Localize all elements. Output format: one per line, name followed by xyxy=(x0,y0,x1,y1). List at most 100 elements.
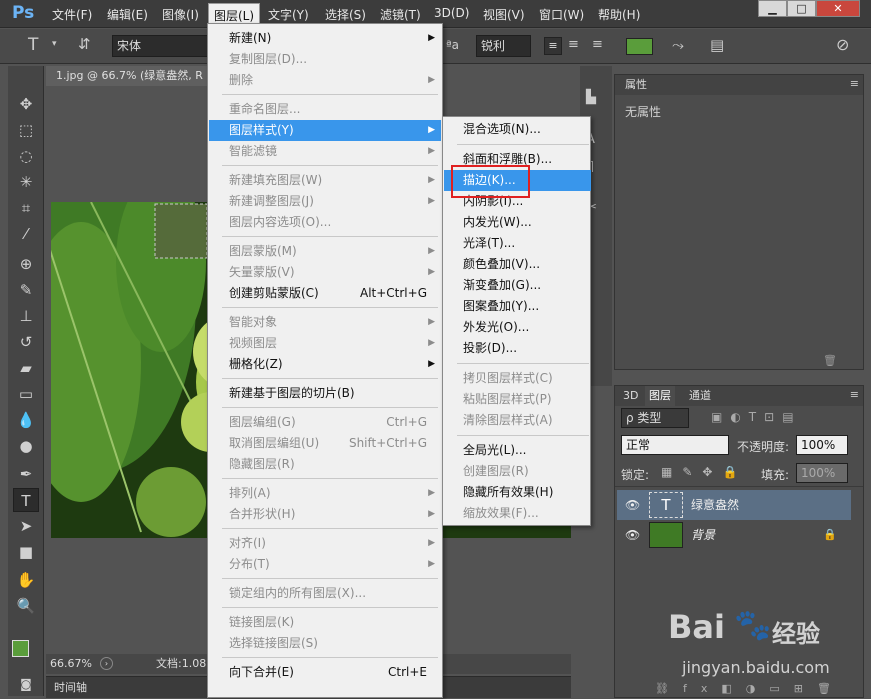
history-brush-tool-icon[interactable]: ↺ xyxy=(13,330,39,354)
eyedropper-tool-icon[interactable]: ⁄ xyxy=(13,222,39,246)
layer-menu-item[interactable]: 取消图层编组(U) Shift+Ctrl+G xyxy=(209,433,441,454)
layer-menu-item[interactable]: 智能滤镜 ▶ xyxy=(209,141,441,162)
layer-row-background[interactable]: 👁 背景 🔒 xyxy=(617,520,851,550)
layer-menu-item[interactable]: 视频图层 ▶ xyxy=(209,333,441,354)
eraser-tool-icon[interactable]: ▰ xyxy=(13,356,39,380)
style-submenu-item[interactable]: 拷贝图层样式(C) xyxy=(444,368,591,389)
layer-menu-item[interactable]: 栅格化(Z) ▶ xyxy=(209,354,441,375)
tab-layers[interactable]: 图层 xyxy=(645,386,675,406)
layer-menu-item[interactable]: 复制图层(D)... xyxy=(209,49,441,70)
layer-menu-item[interactable]: 合并形状(H) ▶ xyxy=(209,504,441,525)
zoom-tool-icon[interactable]: 🔍 xyxy=(13,594,39,618)
blend-mode-select[interactable]: 正常 xyxy=(621,435,729,455)
hand-tool-icon[interactable]: ✋ xyxy=(13,568,39,592)
tab-channels[interactable]: 通道 xyxy=(685,386,715,406)
layer-menu-item[interactable]: 新建调整图层(J) ▶ xyxy=(209,191,441,212)
menu-type[interactable]: 文字(Y) xyxy=(268,6,309,23)
layer-menu-item[interactable]: 重命名图层... xyxy=(209,99,441,120)
style-submenu-item[interactable]: 混合选项(N)... xyxy=(444,119,591,140)
layer-menu-item[interactable]: 选择链接图层(S) xyxy=(209,633,441,654)
layer-menu-item[interactable]: 锁定组内的所有图层(X)... xyxy=(209,583,441,604)
minimize-button[interactable]: ▁ xyxy=(758,0,787,17)
font-family-field[interactable]: 宋体 xyxy=(112,35,208,57)
text-color-swatch[interactable] xyxy=(626,38,653,55)
layer-menu-item[interactable]: 排列(A) ▶ xyxy=(209,483,441,504)
fill-field[interactable]: 100% xyxy=(796,463,848,483)
close-button[interactable]: ✕ xyxy=(816,0,860,17)
brush-tool-icon[interactable]: ✎ xyxy=(13,278,39,302)
type-tool-icon[interactable]: T xyxy=(28,35,38,55)
style-submenu-item[interactable]: 渐变叠加(G)... xyxy=(444,275,591,296)
status-info-icon[interactable]: › xyxy=(100,657,113,670)
panel-menu-icon[interactable]: ≡ xyxy=(850,388,859,401)
menu-image[interactable]: 图像(I) xyxy=(162,6,199,23)
layer-menu-item[interactable]: 隐藏图层(R) xyxy=(209,454,441,475)
magic-wand-tool-icon[interactable]: ✳ xyxy=(13,170,39,194)
dodge-tool-icon[interactable]: ● xyxy=(13,434,39,458)
layer-name[interactable]: 背景 xyxy=(691,520,715,550)
layer-menu-item[interactable]: 分布(T) ▶ xyxy=(209,554,441,575)
menu-select[interactable]: 选择(S) xyxy=(325,6,366,23)
layer-menu-item[interactable]: 新建基于图层的切片(B) xyxy=(209,383,441,404)
stamp-tool-icon[interactable]: ⊥ xyxy=(13,304,39,328)
menu-view[interactable]: 视图(V) xyxy=(483,6,525,23)
align-center-icon[interactable]: ≡ xyxy=(568,37,579,52)
chevron-down-icon[interactable]: ▾ xyxy=(52,39,57,49)
style-submenu-item[interactable]: 外发光(O)... xyxy=(444,317,591,338)
layer-menu-item[interactable]: 新建(N) ▶ xyxy=(209,28,441,49)
gradient-tool-icon[interactable]: ▭ xyxy=(13,382,39,406)
layer-menu-item[interactable]: 矢量蒙版(V) ▶ xyxy=(209,262,441,283)
style-submenu-item[interactable]: 颜色叠加(V)... xyxy=(444,254,591,275)
style-submenu-item[interactable]: 内发光(W)... xyxy=(444,212,591,233)
foreground-color-swatch[interactable] xyxy=(12,640,29,657)
maximize-button[interactable]: □ xyxy=(787,0,816,17)
layer-menu-item[interactable]: 图层内容选项(O)... xyxy=(209,212,441,233)
panel-menu-icon[interactable]: ≡ xyxy=(850,77,859,90)
shape-tool-icon[interactable]: ■ xyxy=(13,540,39,564)
trash-icon[interactable]: 🗑 xyxy=(823,354,837,367)
marquee-tool-icon[interactable]: ⬚ xyxy=(13,118,39,142)
path-select-tool-icon[interactable]: ➤ xyxy=(13,514,39,538)
visibility-eye-icon[interactable]: 👁 xyxy=(625,520,640,550)
crop-tool-icon[interactable]: ⌗ xyxy=(13,196,39,220)
layer-row-text[interactable]: 👁 T 绿意盎然 xyxy=(617,490,851,520)
style-submenu-item[interactable]: 隐藏所有效果(H) xyxy=(444,482,591,503)
layer-menu-item[interactable]: 向下合并(E) Ctrl+E xyxy=(209,662,441,683)
warp-text-icon[interactable]: ⤳ xyxy=(672,36,684,54)
character-panel-icon[interactable]: ▤ xyxy=(710,36,724,54)
style-submenu-item[interactable]: 清除图层样式(A) xyxy=(444,410,591,431)
align-left-icon[interactable]: ≡ xyxy=(544,37,562,55)
style-submenu-item[interactable]: 光泽(T)... xyxy=(444,233,591,254)
menu-3d[interactable]: 3D(D) xyxy=(434,6,469,20)
lasso-tool-icon[interactable]: ◌ xyxy=(13,144,39,168)
menu-edit[interactable]: 编辑(E) xyxy=(107,6,148,23)
lock-icons[interactable]: ▦✎✥🔒 xyxy=(661,465,747,479)
menu-filter[interactable]: 滤镜(T) xyxy=(380,6,421,23)
tab-properties[interactable]: 属性 xyxy=(621,75,651,95)
layer-menu-item[interactable]: 新建填充图层(W) ▶ xyxy=(209,170,441,191)
text-orientation-icon[interactable]: ⇵ xyxy=(78,35,91,53)
filter-icons[interactable]: ▣◐T⊡▤ xyxy=(711,410,802,424)
blur-tool-icon[interactable]: 💧 xyxy=(13,408,39,432)
layer-menu-item[interactable]: 图层样式(Y) ▶ xyxy=(209,120,441,141)
menu-help[interactable]: 帮助(H) xyxy=(598,6,640,23)
layer-menu-item[interactable]: 对齐(I) ▶ xyxy=(209,533,441,554)
style-submenu-item[interactable]: 缩放效果(F)... xyxy=(444,503,591,524)
style-submenu-item[interactable]: 粘贴图层样式(P) xyxy=(444,389,591,410)
quick-mask-icon[interactable]: ◙ xyxy=(13,672,39,696)
style-submenu-item[interactable]: 全局光(L)... xyxy=(444,440,591,461)
move-tool-icon[interactable]: ✥ xyxy=(13,92,39,116)
style-submenu-item[interactable]: 投影(D)... xyxy=(444,338,591,359)
history-panel-icon[interactable]: ▙ xyxy=(586,90,606,108)
layer-menu-item[interactable]: 图层蒙版(M) ▶ xyxy=(209,241,441,262)
layer-filter-select[interactable]: ρ 类型 xyxy=(621,408,689,428)
zoom-level[interactable]: 66.67% xyxy=(50,654,92,674)
layer-menu-item[interactable]: 创建剪贴蒙版(C) Alt+Ctrl+G xyxy=(209,283,441,304)
pen-tool-icon[interactable]: ✒ xyxy=(13,462,39,486)
type-tool-icon[interactable]: T xyxy=(13,488,39,512)
menu-file[interactable]: 文件(F) xyxy=(52,6,92,23)
anti-alias-select[interactable]: 锐利 xyxy=(476,35,531,57)
layer-menu-item[interactable]: 链接图层(K) xyxy=(209,612,441,633)
healing-tool-icon[interactable]: ⊕ xyxy=(13,252,39,276)
layer-name[interactable]: 绿意盎然 xyxy=(691,490,739,520)
